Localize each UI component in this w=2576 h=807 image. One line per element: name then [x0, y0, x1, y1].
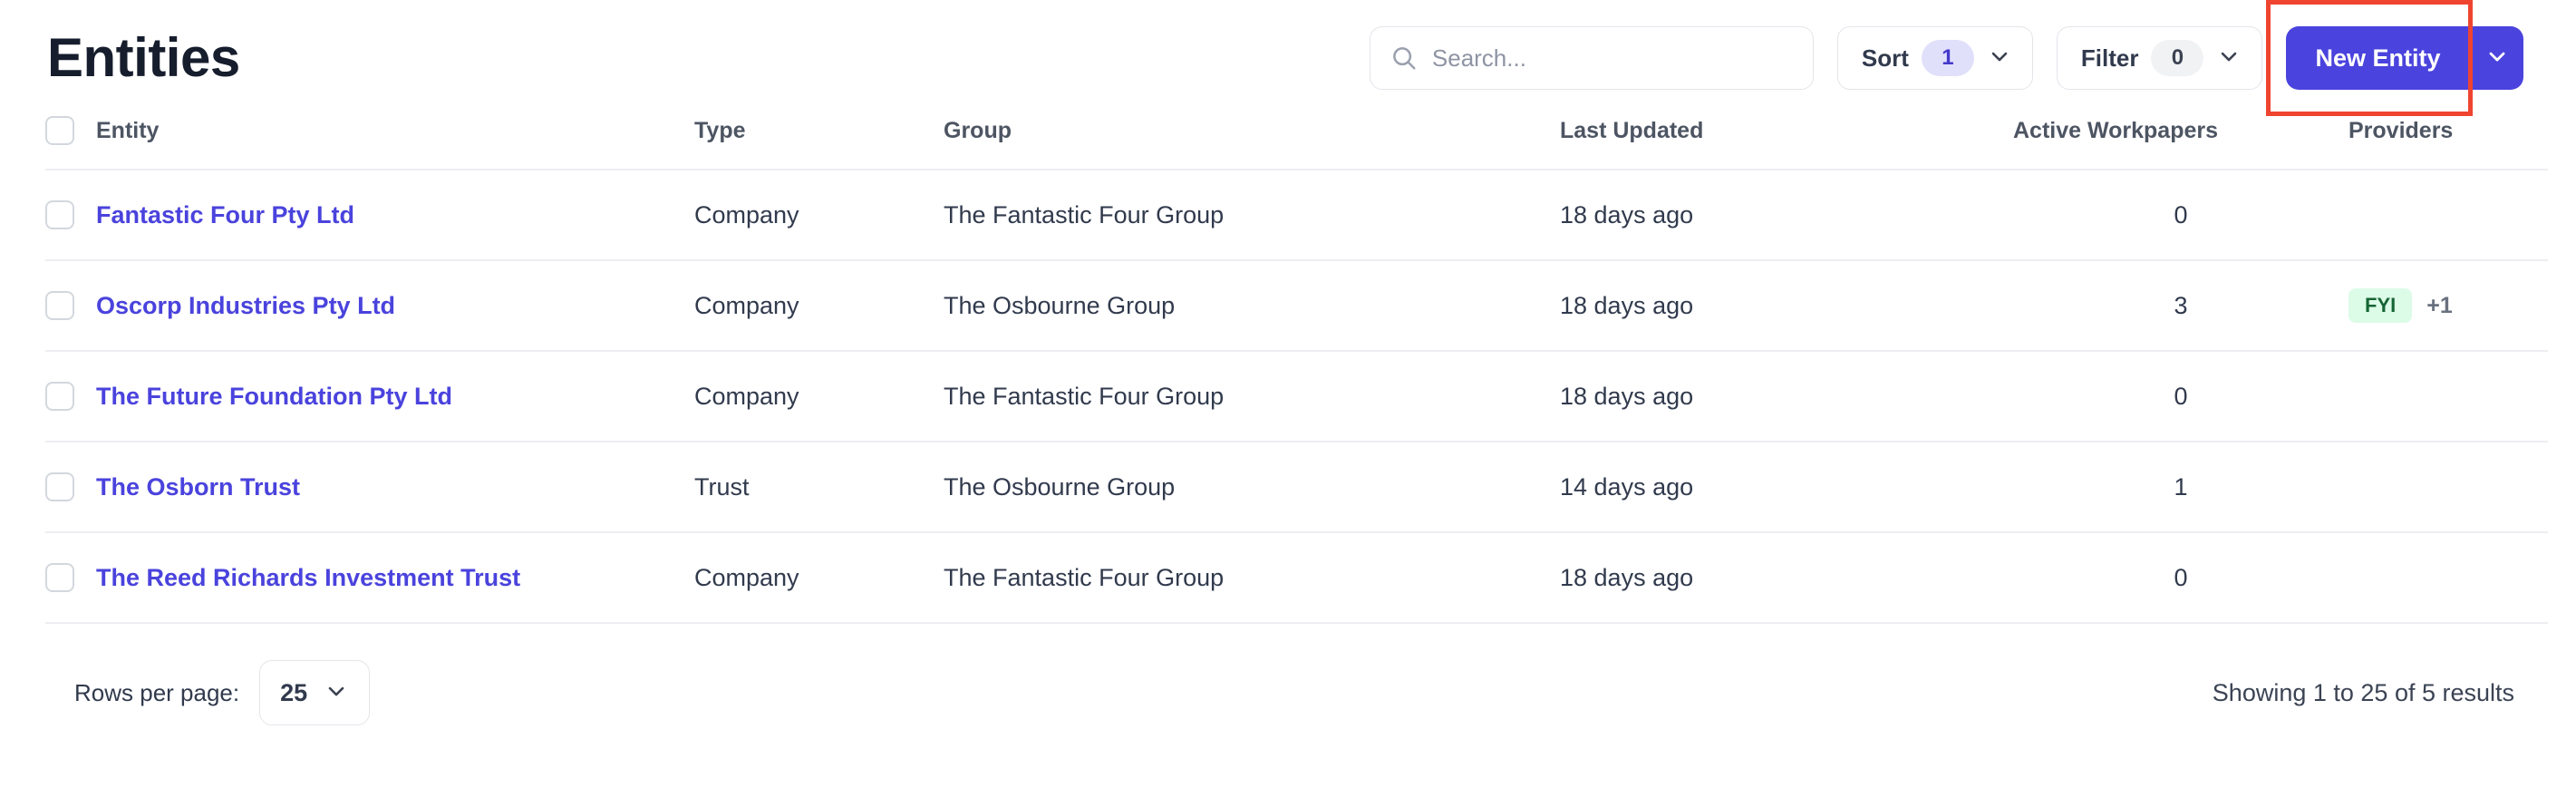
chevron-down-icon	[2484, 44, 2510, 73]
table-row[interactable]: The Osborn Trust Trust The Osbourne Grou…	[45, 442, 2548, 533]
row-select-cell	[45, 532, 96, 624]
table-row[interactable]: The Future Foundation Pty Ltd Company Th…	[45, 351, 2548, 442]
new-entity-button[interactable]: New Entity	[2286, 26, 2469, 90]
chevron-down-icon	[324, 678, 349, 708]
row-checkbox[interactable]	[45, 472, 74, 501]
table-body: Fantastic Four Pty Ltd Company The Fanta…	[45, 170, 2548, 624]
search-icon	[1390, 44, 1418, 72]
cell-providers	[2348, 351, 2548, 442]
sort-label: Sort	[1861, 44, 1909, 72]
column-header-type[interactable]: Type	[694, 116, 944, 170]
row-checkbox[interactable]	[45, 291, 74, 320]
entities-page: Entities Search... Sort 1 Filter 0 New E…	[0, 0, 2576, 807]
rows-per-page-control: Rows per page: 25	[45, 660, 371, 725]
page-title: Entities	[47, 27, 240, 88]
cell-group: The Osbourne Group	[944, 260, 1560, 352]
cell-type: Trust	[694, 442, 944, 533]
entity-link[interactable]: The Reed Richards Investment Trust	[96, 564, 520, 591]
table-row[interactable]: The Reed Richards Investment Trust Compa…	[45, 532, 2548, 624]
table-footer: Rows per page: 25 Showing 1 to 25 of 5 r…	[45, 624, 2531, 725]
row-select-cell	[45, 351, 96, 442]
select-all-checkbox[interactable]	[45, 116, 74, 145]
cell-last-updated: 18 days ago	[1560, 170, 2013, 261]
search-placeholder: Search...	[1431, 44, 1526, 72]
column-header-entity[interactable]: Entity	[96, 116, 694, 170]
entities-table: Entity Type Group Last Updated Active Wo…	[45, 116, 2548, 624]
entity-link[interactable]: Oscorp Industries Pty Ltd	[96, 292, 395, 319]
cell-entity: The Future Foundation Pty Ltd	[96, 351, 694, 442]
cell-entity: The Osborn Trust	[96, 442, 694, 533]
table-row[interactable]: Oscorp Industries Pty Ltd Company The Os…	[45, 260, 2548, 352]
cell-active-workpapers: 3	[2013, 260, 2348, 352]
select-all-header	[45, 116, 96, 170]
results-summary: Showing 1 to 25 of 5 results	[2212, 678, 2514, 706]
rows-per-page-select[interactable]: 25	[259, 660, 371, 725]
cell-last-updated: 18 days ago	[1560, 351, 2013, 442]
entity-link[interactable]: Fantastic Four Pty Ltd	[96, 201, 354, 228]
cell-entity: Fantastic Four Pty Ltd	[96, 170, 694, 261]
row-checkbox[interactable]	[45, 563, 74, 592]
filter-button[interactable]: Filter 0	[2056, 26, 2263, 90]
rows-per-page-value: 25	[280, 678, 308, 706]
column-header-last-updated[interactable]: Last Updated	[1560, 116, 2013, 170]
new-entity-dropdown-button[interactable]	[2471, 26, 2523, 90]
page-header: Entities Search... Sort 1 Filter 0 New E…	[45, 0, 2531, 116]
search-input[interactable]: Search...	[1369, 26, 1814, 90]
toolbar: Search... Sort 1 Filter 0 New Entity	[1369, 0, 2531, 116]
cell-group: The Osbourne Group	[944, 442, 1560, 533]
column-header-group[interactable]: Group	[944, 116, 1560, 170]
table-row[interactable]: Fantastic Four Pty Ltd Company The Fanta…	[45, 170, 2548, 261]
row-select-cell	[45, 170, 96, 261]
providers-list: FYI +1	[2348, 288, 2548, 323]
cell-entity: Oscorp Industries Pty Ltd	[96, 260, 694, 352]
cell-group: The Fantastic Four Group	[944, 351, 1560, 442]
cell-type: Company	[694, 351, 944, 442]
cell-last-updated: 18 days ago	[1560, 532, 2013, 624]
row-checkbox[interactable]	[45, 200, 74, 229]
provider-overflow-count: +1	[2426, 292, 2453, 318]
filter-count-badge: 0	[2151, 40, 2204, 76]
provider-badge: FYI	[2348, 288, 2413, 323]
new-entity-split-button: New Entity	[2266, 0, 2523, 116]
cell-active-workpapers: 0	[2013, 351, 2348, 442]
table-header-row: Entity Type Group Last Updated Active Wo…	[45, 116, 2548, 170]
filter-label: Filter	[2080, 44, 2139, 72]
entity-link[interactable]: The Osborn Trust	[96, 473, 300, 501]
chevron-down-icon	[2216, 44, 2242, 73]
column-header-providers[interactable]: Providers	[2348, 116, 2548, 170]
rows-per-page-label: Rows per page:	[74, 679, 240, 706]
cell-last-updated: 18 days ago	[1560, 260, 2013, 352]
column-header-active-workpapers[interactable]: Active Workpapers	[2013, 116, 2348, 170]
row-select-cell	[45, 442, 96, 533]
cell-last-updated: 14 days ago	[1560, 442, 2013, 533]
cell-providers	[2348, 442, 2548, 533]
cell-active-workpapers: 0	[2013, 532, 2348, 624]
new-entity-group: New Entity	[2286, 26, 2523, 90]
cell-type: Company	[694, 170, 944, 261]
cell-providers: FYI +1	[2348, 260, 2548, 352]
cell-type: Company	[694, 532, 944, 624]
cell-active-workpapers: 0	[2013, 170, 2348, 261]
table-header: Entity Type Group Last Updated Active Wo…	[45, 116, 2548, 170]
row-select-cell	[45, 260, 96, 352]
cell-active-workpapers: 1	[2013, 442, 2348, 533]
chevron-down-icon	[1987, 44, 2012, 73]
sort-button[interactable]: Sort 1	[1836, 26, 2033, 90]
cell-type: Company	[694, 260, 944, 352]
cell-providers	[2348, 532, 2548, 624]
entity-link[interactable]: The Future Foundation Pty Ltd	[96, 383, 452, 410]
cell-entity: The Reed Richards Investment Trust	[96, 532, 694, 624]
row-checkbox[interactable]	[45, 382, 74, 411]
cell-providers	[2348, 170, 2548, 261]
cell-group: The Fantastic Four Group	[944, 170, 1560, 261]
sort-count-badge: 1	[1921, 40, 1974, 76]
cell-group: The Fantastic Four Group	[944, 532, 1560, 624]
